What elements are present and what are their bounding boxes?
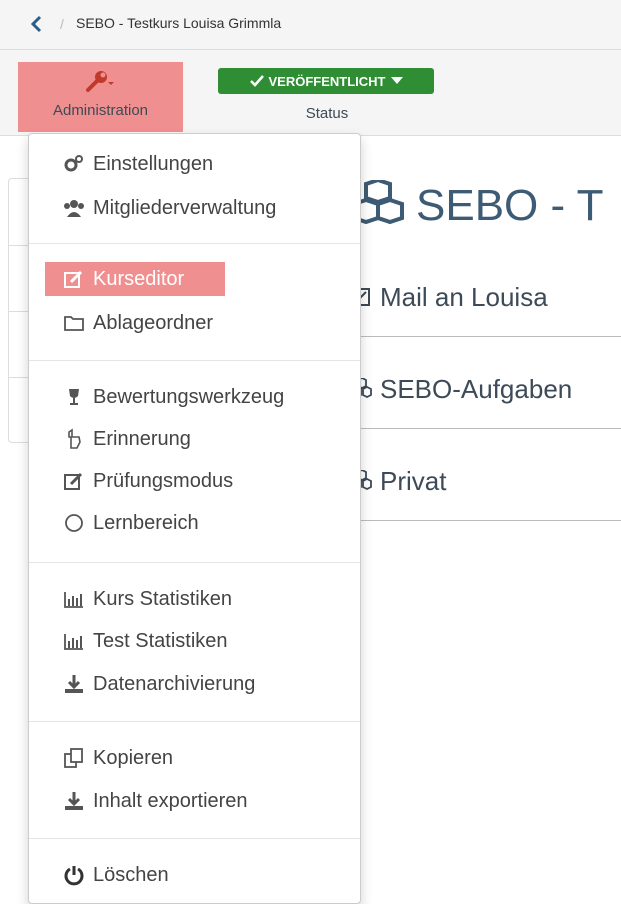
menu-item-mitgliederverwaltung[interactable]: Mitgliederverwaltung (45, 191, 288, 225)
menu-item-label: Prüfungsmodus (93, 469, 234, 492)
status-dropdown-button[interactable]: VERÖFFENTLICHT (218, 68, 434, 94)
menu-item-label: Löschen (93, 863, 169, 886)
download-icon (65, 792, 83, 810)
check-icon (249, 75, 264, 87)
menu-item-label: Kopieren (93, 746, 174, 769)
menu-item-label: Bewertungswerkzeug (93, 385, 285, 408)
caret-down-icon (390, 77, 403, 84)
power-icon (64, 866, 84, 886)
menu-item-label: Test Statistiken (93, 629, 228, 652)
menu-divider (29, 721, 360, 722)
menu-item-label: Kurs Statistiken (93, 587, 232, 610)
menu-divider (29, 838, 360, 839)
menu-item-datenarchivierung[interactable]: Datenarchivierung (45, 667, 267, 701)
course-node[interactable]: Privat (352, 466, 621, 521)
course-node-label: Mail an Louisa (380, 282, 548, 312)
menu-divider (29, 562, 360, 563)
menu-item-bewertungswerkzeug[interactable]: Bewertungswerkzeug (45, 380, 296, 414)
menu-divider (29, 243, 360, 244)
status-tool: VERÖFFENTLICHT Status (218, 62, 436, 132)
menu-item-kopieren[interactable]: Kopieren (45, 741, 185, 775)
menu-item-inhalt-exportieren[interactable]: Inhalt exportieren (45, 784, 260, 818)
course-node-label: SEBO-Aufgaben (380, 374, 573, 404)
breadcrumb-course-link[interactable]: SEBO - Testkurs Louisa Grimmla (76, 15, 281, 31)
status-button-label: VERÖFFENTLICHT (268, 73, 386, 89)
chevron-left-icon[interactable] (27, 14, 47, 34)
breadcrumb-separator: / (60, 16, 64, 32)
administration-label: Administration (52, 102, 149, 119)
course-node[interactable]: Mail an Louisa (352, 282, 621, 337)
users-icon (64, 200, 84, 217)
administration-menu-button[interactable]: Administration (18, 62, 183, 132)
folder-icon (64, 316, 84, 331)
menu-item-loeschen[interactable]: Löschen (45, 858, 181, 892)
trophy-icon (69, 389, 79, 405)
menu-item-label: Ablageordner (93, 311, 214, 334)
hand-pointer-icon (68, 428, 81, 449)
menu-item-test-statistiken[interactable]: Test Statistiken (45, 624, 240, 658)
download-icon (65, 675, 83, 693)
menu-item-label: Mitgliederverwaltung (93, 196, 277, 219)
menu-divider (29, 360, 360, 361)
course-title: SEBO - T (352, 177, 604, 231)
menu-item-label: Kurseditor (93, 267, 185, 290)
edit-icon (64, 270, 83, 288)
edit-icon (64, 472, 83, 490)
status-label: Status (305, 105, 349, 122)
menu-item-einstellungen[interactable]: Einstellungen (45, 147, 225, 181)
menu-item-label: Datenarchivierung (93, 672, 256, 695)
menu-item-kurseditor[interactable]: Kurseditor (45, 262, 225, 296)
menu-item-kurs-statistiken[interactable]: Kurs Statistiken (45, 582, 244, 616)
wrench-icon (86, 71, 114, 92)
menu-item-ablageordner[interactable]: Ablageordner (45, 306, 225, 340)
administration-dropdown-menu: Einstellungen Mitgliederverwaltung Kurse… (28, 133, 361, 904)
course-title-text: SEBO - T (416, 181, 604, 230)
course-node-label: Privat (380, 466, 447, 496)
bar-chart-icon (64, 634, 83, 650)
menu-item-lernbereich[interactable]: Lernbereich (45, 506, 211, 540)
cogs-icon (64, 155, 83, 172)
copy-icon (64, 748, 83, 768)
menu-item-label: Inhalt exportieren (93, 789, 248, 812)
bar-chart-icon (64, 592, 83, 608)
circle-icon (65, 514, 83, 532)
menu-item-pruefungsmodus[interactable]: Prüfungsmodus (45, 464, 245, 498)
menu-item-erinnerung[interactable]: Erinnerung (45, 422, 203, 456)
course-node[interactable]: SEBO-Aufgaben (352, 374, 621, 429)
menu-item-label: Einstellungen (93, 152, 214, 175)
breadcrumb: / SEBO - Testkurs Louisa Grimmla (0, 0, 621, 50)
menu-item-label: Lernbereich (93, 511, 199, 534)
menu-item-label: Erinnerung (93, 427, 191, 450)
